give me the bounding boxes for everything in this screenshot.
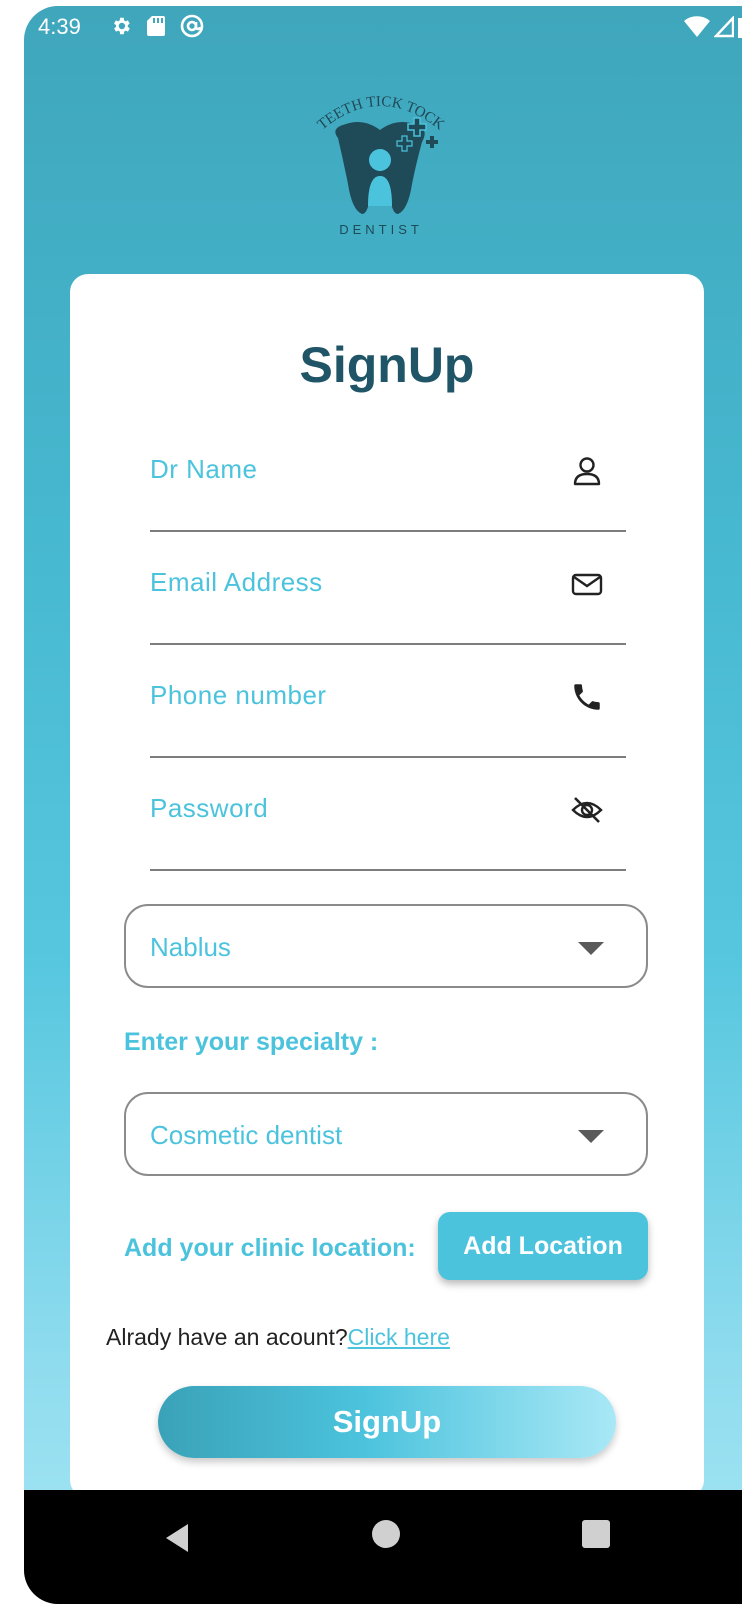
field-underline bbox=[150, 530, 626, 532]
status-icons-left bbox=[110, 14, 204, 38]
clinic-location-label: Add your clinic location: bbox=[124, 1234, 416, 1262]
status-icons-right bbox=[684, 16, 742, 38]
login-prompt: Alrady have an acount?Click here bbox=[106, 1324, 450, 1351]
phone-placeholder: Phone number bbox=[150, 680, 327, 710]
specialty-label: Enter your specialty : bbox=[124, 1028, 379, 1056]
dr-name-placeholder: Dr Name bbox=[150, 454, 258, 484]
phone-field[interactable]: Phone number bbox=[150, 646, 626, 758]
logo-bottom-text: DENTIST bbox=[339, 222, 423, 237]
city-select-value: Nablus bbox=[150, 932, 231, 962]
eye-off-icon[interactable] bbox=[570, 793, 604, 827]
mail-icon bbox=[571, 573, 603, 596]
svg-text:TEETH TICK TOCK: TEETH TICK TOCK bbox=[315, 94, 448, 134]
page-title: SignUp bbox=[299, 337, 475, 393]
click-here-link[interactable]: Click here bbox=[348, 1324, 450, 1350]
email-field[interactable]: Email Address bbox=[150, 533, 626, 645]
wifi-icon bbox=[684, 16, 710, 37]
home-icon[interactable] bbox=[372, 1520, 400, 1548]
password-field[interactable]: Password bbox=[150, 759, 626, 871]
gear-icon bbox=[114, 17, 130, 35]
specialty-select-value: Cosmetic dentist bbox=[150, 1120, 343, 1150]
logo-arc-text: TEETH TICK TOCK bbox=[315, 94, 448, 134]
add-location-button[interactable]: Add Location bbox=[438, 1212, 648, 1280]
signal-icon bbox=[714, 16, 734, 38]
caret-down-icon bbox=[578, 942, 604, 955]
field-underline bbox=[150, 869, 626, 871]
field-underline bbox=[150, 756, 626, 758]
caret-down-icon bbox=[578, 1130, 604, 1143]
signup-button[interactable]: SignUp bbox=[158, 1386, 616, 1458]
person-icon bbox=[573, 457, 601, 486]
city-select[interactable]: Nablus bbox=[124, 904, 648, 988]
phone-screen: 4:39 TEETH TICK TOCK DENTIST SignUp Dr N… bbox=[24, 6, 742, 1604]
navigation-bar bbox=[24, 1490, 742, 1604]
recents-icon[interactable] bbox=[582, 1520, 610, 1548]
phone-icon bbox=[574, 684, 600, 710]
status-time: 4:39 bbox=[38, 14, 81, 39]
dr-name-field[interactable]: Dr Name bbox=[150, 420, 626, 532]
battery-icon bbox=[738, 18, 742, 38]
password-placeholder: Password bbox=[150, 793, 269, 823]
login-prompt-text: Alrady have an acount? bbox=[106, 1324, 348, 1350]
status-bar: 4:39 bbox=[24, 6, 742, 50]
sd-card-icon bbox=[147, 16, 165, 36]
field-underline bbox=[150, 643, 626, 645]
email-placeholder: Email Address bbox=[150, 567, 323, 597]
signup-card: SignUp Dr Name Email Address Phone numbe… bbox=[70, 274, 704, 1498]
back-icon[interactable] bbox=[158, 1518, 198, 1558]
at-sign-icon bbox=[180, 14, 204, 38]
app-logo: TEETH TICK TOCK DENTIST bbox=[310, 84, 452, 244]
specialty-select[interactable]: Cosmetic dentist bbox=[124, 1092, 648, 1176]
